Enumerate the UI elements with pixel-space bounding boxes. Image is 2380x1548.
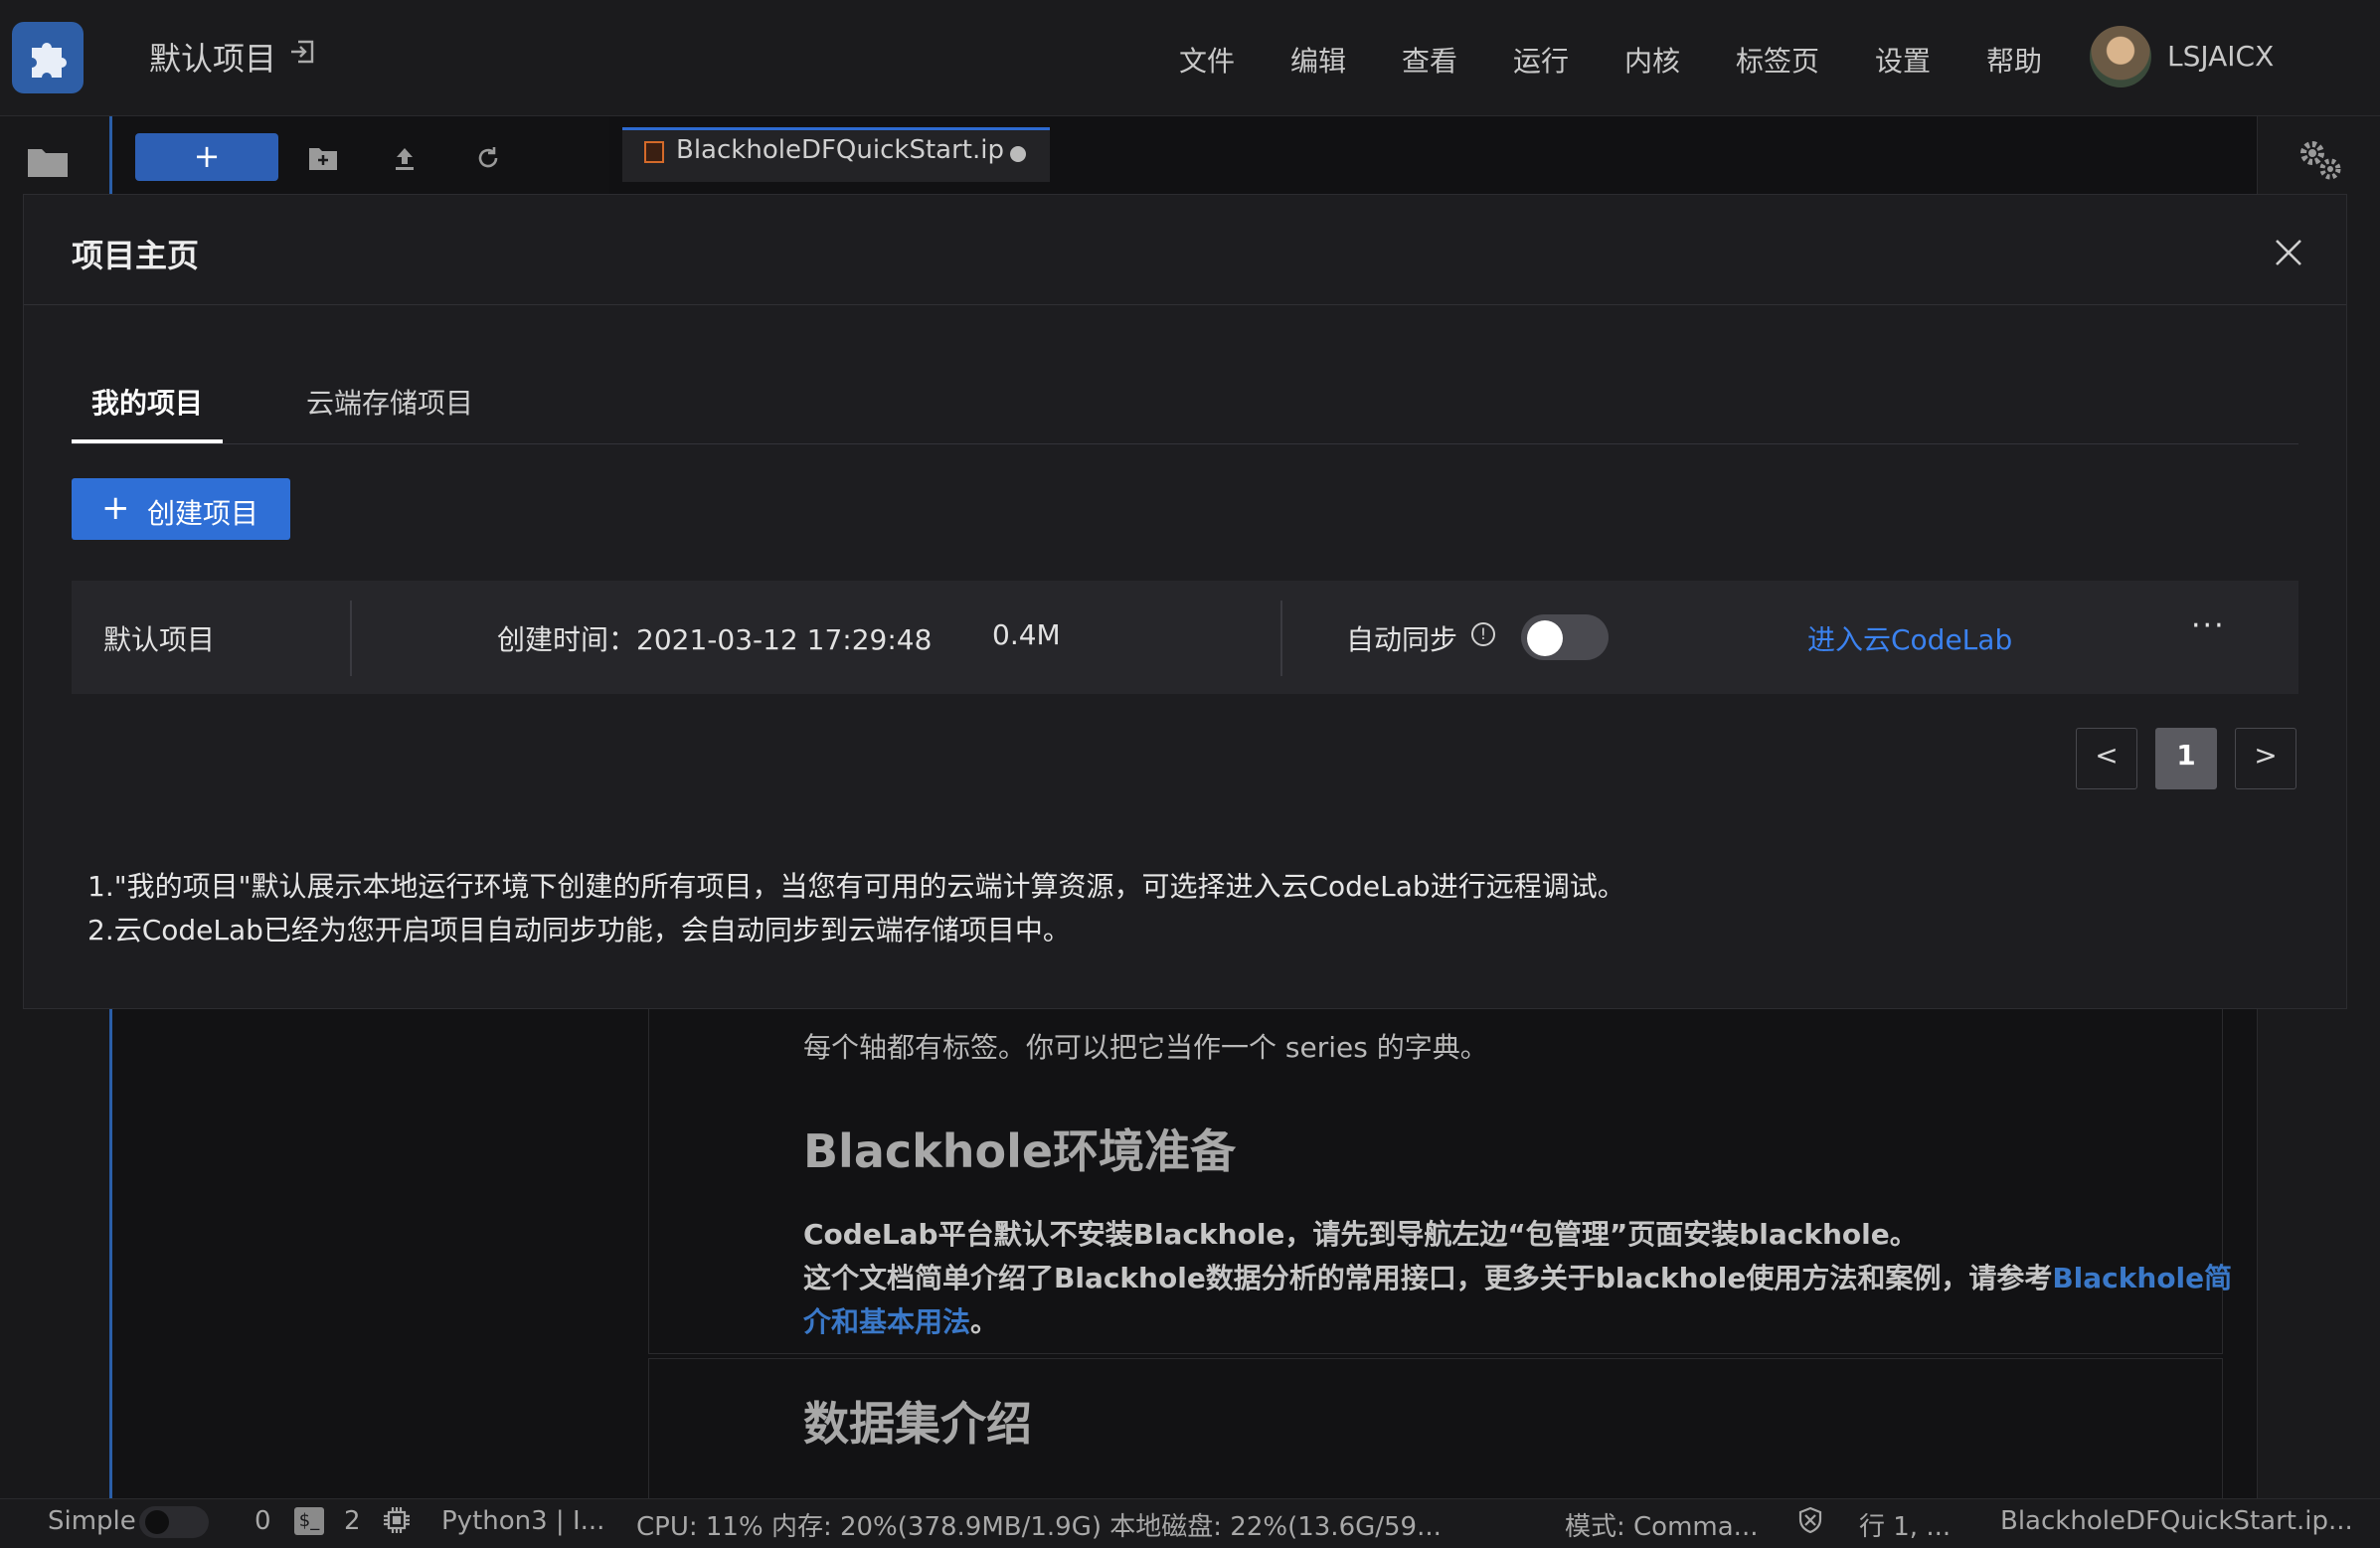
chevron-right-icon: > [2254, 739, 2278, 772]
row-divider [1280, 601, 1282, 676]
help-note-2: 2.云CodeLab已经为您开启项目自动同步功能，会自动同步到云端存储项目中。 [87, 914, 1071, 946]
refresh-icon[interactable] [475, 145, 501, 175]
toggle-knob [1527, 620, 1563, 656]
plus-icon: + [101, 488, 130, 528]
notebook-text-span: 。 [970, 1305, 999, 1338]
app-logo-icon[interactable] [12, 22, 84, 93]
menu-view[interactable]: 查看 [1402, 40, 1457, 80]
terminal-icon[interactable]: $_ [294, 1507, 324, 1535]
project-created: 创建时间：2021-03-12 17:29:48 [497, 618, 932, 658]
folder-icon[interactable] [26, 145, 70, 183]
pagination-next-button[interactable]: > [2235, 728, 2296, 789]
menu-tabs[interactable]: 标签页 [1736, 40, 1819, 80]
upload-icon[interactable] [392, 145, 418, 175]
create-project-label: 创建项目 [147, 497, 259, 530]
tabs-divider [72, 443, 2298, 444]
cursor-position[interactable]: 行 1, ... [1859, 1506, 1951, 1543]
notebook-text: 每个轴都有标签。你可以把它当作一个 series 的字典。 [803, 1031, 1488, 1064]
help-note-1: 1."我的项目"默认展示本地运行环境下创建的所有项目，当您有可用的云端计算资源，… [87, 870, 1625, 903]
user-avatar[interactable] [2090, 26, 2151, 87]
menu-edit[interactable]: 编辑 [1290, 40, 1346, 80]
username[interactable]: LSJAICX [2167, 40, 2274, 73]
notebook-text: 这个文档简单介绍了Blackhole数据分析的常用接口，更多关于blackhol… [803, 1257, 2232, 1296]
new-launcher-button[interactable]: + [135, 133, 278, 181]
simple-mode-label: Simple [48, 1506, 136, 1536]
create-project-button[interactable]: + 创建项目 [72, 478, 290, 540]
close-icon[interactable] [2271, 235, 2306, 274]
active-file: BlackholeDFQuickStart.ip... [2000, 1506, 2353, 1536]
created-time: 2021-03-12 17:29:48 [636, 623, 933, 656]
terminal-count[interactable]: 0 [255, 1506, 271, 1536]
terminal-glyph: $_ [298, 1510, 320, 1531]
menu-settings[interactable]: 设置 [1875, 40, 1931, 80]
notebook-text: 介和基本用法。 [803, 1300, 998, 1340]
menu-kernel[interactable]: 内核 [1624, 40, 1680, 80]
modal-header [24, 195, 2346, 305]
resource-usage: CPU: 11% 内存: 20%(378.9MB/1.9G) 本地磁盘: 22%… [636, 1512, 1442, 1542]
shield-icon[interactable] [1795, 1505, 1825, 1539]
pagination-prev-button[interactable]: < [2076, 728, 2137, 789]
blackhole-intro-link[interactable]: Blackhole简 [2052, 1262, 2232, 1294]
tab-my-projects[interactable]: 我的项目 [91, 382, 203, 422]
project-title[interactable]: 默认项目 [149, 34, 276, 80]
menu-run[interactable]: 运行 [1513, 40, 1569, 80]
toggle-knob [145, 1510, 169, 1534]
active-tab-indicator [72, 439, 223, 443]
new-launcher-label: + [193, 137, 221, 175]
auto-sync-label: 自动同步 [1346, 623, 1458, 656]
menu-help[interactable]: 帮助 [1986, 40, 2042, 80]
more-options-icon[interactable]: ··· [2191, 608, 2226, 643]
kernel-count[interactable]: 2 [344, 1506, 361, 1536]
gear-icon[interactable] [2296, 137, 2344, 187]
notebook-icon [644, 141, 664, 163]
page-number: 1 [2176, 739, 2196, 772]
modal-title: 项目主页 [72, 237, 200, 274]
blackhole-intro-link[interactable]: 介和基本用法 [803, 1305, 970, 1338]
editor-mode[interactable]: 模式: Comma... [1565, 1506, 1758, 1543]
row-divider [350, 601, 352, 676]
tab-cloud-projects[interactable]: 云端存储项目 [306, 382, 473, 422]
notebook-text: CodeLab平台默认不安装Blackhole，请先到导航左边“包管理”页面安装… [803, 1218, 1918, 1251]
project-size: 0.4M [992, 618, 1061, 651]
tab-notebook-label: BlackholeDFQuickStart.ipynb [676, 135, 1004, 165]
cpu-chip-icon[interactable] [382, 1505, 412, 1539]
enter-cloud-codelab-link[interactable]: 进入云CodeLab [1807, 618, 2012, 658]
chevron-left-icon: < [2095, 739, 2119, 772]
info-icon[interactable]: ! [1471, 622, 1495, 646]
menu-file[interactable]: 文件 [1179, 40, 1235, 80]
unsaved-dot-icon[interactable] [1010, 146, 1026, 162]
heading-dataset: 数据集介绍 [803, 1397, 1032, 1451]
project-name: 默认项目 [103, 623, 216, 656]
created-label: 创建时间： [497, 623, 637, 656]
kernel-status[interactable]: Python3 | I... [441, 1506, 604, 1536]
pagination-page-1[interactable]: 1 [2155, 728, 2217, 789]
heading-environment: Blackhole环境准备 [803, 1124, 1237, 1178]
new-folder-icon[interactable] [308, 145, 338, 175]
notebook-text-span: 这个文档简单介绍了Blackhole数据分析的常用接口，更多关于blackhol… [803, 1262, 2053, 1294]
exit-project-icon[interactable] [288, 38, 316, 70]
